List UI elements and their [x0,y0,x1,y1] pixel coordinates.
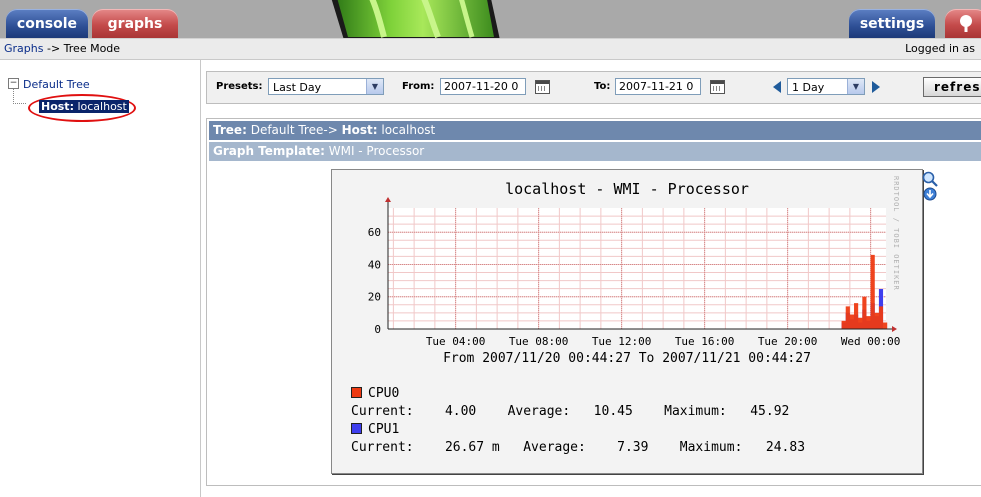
timespan-select-value: 1 Day [792,81,825,94]
x-tick-label: Tue 08:00 [509,335,569,348]
y-tick-label: 0 [374,323,381,336]
cpu0-average: 10.45 [593,404,633,419]
cpu1-maximum: 24.83 [765,440,806,455]
calendar-icon[interactable] [535,80,550,94]
zoom-magnifier-icon[interactable] [922,171,939,187]
refresh-button[interactable]: refres [923,77,981,97]
tree-header-prefix: Tree: [213,123,247,137]
breadcrumb-graphs-link[interactable]: Graphs [4,42,43,55]
x-tick-label: Tue 12:00 [592,335,652,348]
host-header-prefix: Host: [341,123,378,137]
tree-item-default-tree[interactable]: Default Tree [23,78,90,91]
host-header-value: localhost [381,123,436,137]
y-tick-label: 40 [368,258,381,271]
presets-label: Presets: [216,81,263,92]
x-tick-label: Tue 20:00 [758,335,818,348]
collapse-icon[interactable]: − [8,78,19,89]
legend-cpu1-stats: Current: 26.67 m Average: 7.39 Maximum: … [351,440,805,455]
tree-item-host-localhost[interactable]: Host: localhost [39,100,129,113]
cpu1-current-label: Current: [351,440,414,455]
top-header: console graphs settings [0,0,981,38]
breadcrumb-current: -> Tree Mode [46,42,121,55]
breadcrumb: Graphs -> Tree Mode Logged in as [0,38,981,60]
graph-template-bar: Graph Template: WMI - Processor [209,142,981,161]
x-tick-label: Wed 00:00 [841,335,901,348]
chevron-down-icon[interactable]: ▼ [847,79,864,94]
calendar-icon[interactable] [710,80,725,94]
tab-console[interactable]: console [6,9,88,38]
template-prefix: Graph Template: [213,144,325,158]
tab-settings[interactable]: settings [849,9,935,38]
to-date-input[interactable]: 2007-11-21 0 [615,78,701,95]
cpu1-average-label: Average: [523,440,586,455]
cpu0-current-label: Current: [351,404,414,419]
cpu0-average-label: Average: [507,404,571,419]
tree-header-value: Default Tree-> [250,123,338,137]
tree-pane: − Default Tree Host: localhost [0,60,201,497]
cpu1-current: 26.67 m [444,440,500,455]
legend-cpu1-name: CPU1 [351,422,399,437]
presets-select-value: Last Day [273,81,322,94]
x-tick-label: Tue 04:00 [426,335,486,348]
x-tick-label: Tue 16:00 [675,335,735,348]
tree-host-name: localhost [77,100,127,113]
cpu0-swatch [351,387,362,398]
logged-in-text: Logged in as [905,42,975,55]
cpu0-current: 4.00 [444,404,477,419]
cpu1-swatch [351,423,362,434]
tab-tree-view[interactable] [945,9,981,38]
shift-right-arrow-icon[interactable] [872,81,880,93]
legend-cpu0-stats: Current: 4.00 Average: 10.45 Maximum: 45… [351,404,789,419]
from-label: From: [402,81,435,92]
tree-host-prefix: Host: [41,100,74,113]
plot-background [388,208,886,329]
tree-icon [960,15,972,32]
cpu0-maximum-label: Maximum: [664,404,727,419]
shift-left-arrow-icon[interactable] [773,81,781,93]
x-axis-arrow [892,326,897,332]
tree-connector-line [13,89,26,104]
y-tick-label: 20 [368,291,381,304]
legend-cpu0-name: CPU0 [351,386,399,401]
timespan-toolbar: Presets: Last Day ▼ From: 2007-11-20 0 T… [206,71,981,104]
from-date-input[interactable]: 2007-11-20 0 [440,78,526,95]
cpu1-average: 7.39 [617,440,649,455]
cpu1-maximum-label: Maximum: [679,440,743,455]
cactus-logo-icon [331,0,500,38]
chevron-down-icon[interactable]: ▼ [366,79,383,94]
graph-plot: Tue 04:00 Tue 08:00 Tue 12:00 Tue 16:00 Tue … [368,197,901,348]
legend-cpu1-label: CPU1 [368,422,400,437]
timespan-select[interactable]: 1 Day ▼ [787,78,865,95]
presets-select[interactable]: Last Day ▼ [268,78,384,95]
cpu0-maximum: 45.92 [750,404,790,419]
rrd-graph[interactable]: localhost - WMI - Processor RRDTOOL / TO… [331,169,923,474]
y-axis-arrow [385,197,391,202]
legend-cpu0-label: CPU0 [368,386,400,401]
tab-graphs[interactable]: graphs [92,9,178,38]
y-tick-label: 60 [368,226,381,239]
graph-time-range: From 2007/11/20 00:44:27 To 2007/11/21 0… [443,351,811,366]
tree-header-bar: Tree: Default Tree-> Host: localhost [209,121,981,140]
to-label: To: [594,81,611,92]
template-value: WMI - Processor [328,144,425,158]
download-arrow-icon[interactable] [923,187,937,201]
